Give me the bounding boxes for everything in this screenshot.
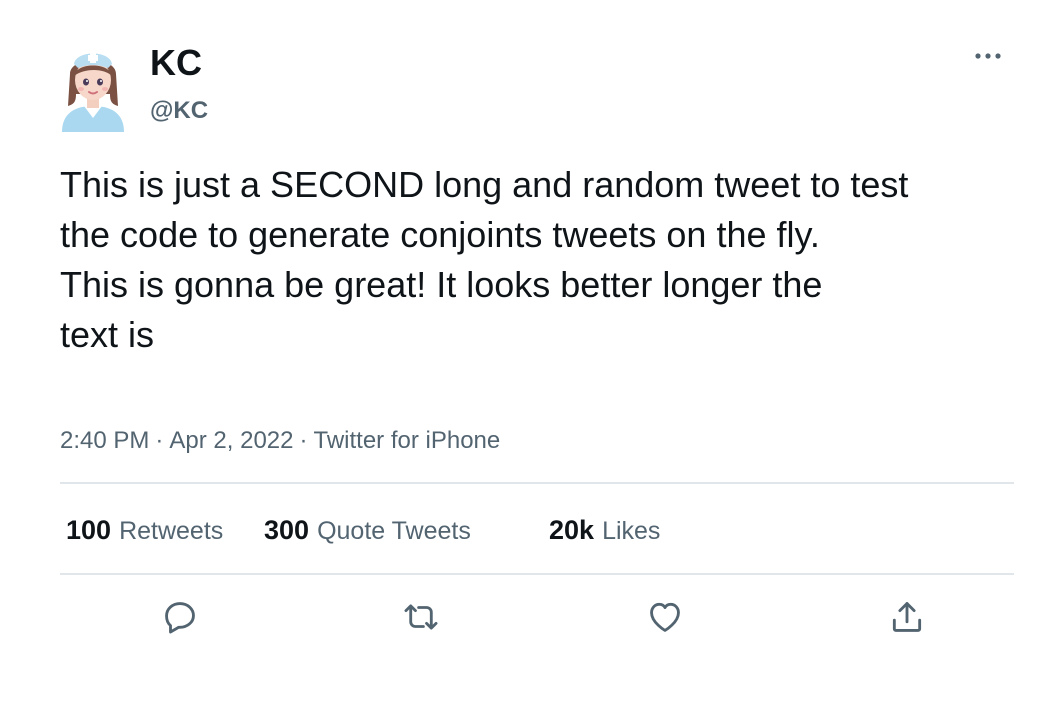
meta-separator: ·	[299, 427, 308, 454]
share-icon	[892, 602, 922, 632]
tweet-card: KC @KC This is just a SECOND long and ra…	[0, 0, 1050, 702]
avatar[interactable]	[58, 44, 128, 134]
quote-tweets-count: 300	[264, 515, 310, 545]
retweet-icon	[404, 604, 438, 630]
reply-button[interactable]	[155, 592, 205, 642]
retweets-count: 100	[66, 515, 112, 545]
retweets-label: Retweets	[119, 517, 224, 545]
author-display-name[interactable]: KC	[150, 40, 202, 86]
likes-stat[interactable]: 20k Likes	[549, 508, 660, 553]
quote-tweets-label: Quote Tweets	[317, 517, 471, 545]
nurse-avatar-icon	[62, 53, 124, 132]
tweet-source[interactable]: Twitter for iPhone	[313, 427, 500, 454]
tweet-date[interactable]: Apr 2, 2022	[169, 427, 293, 454]
share-button[interactable]	[882, 592, 932, 642]
retweets-stat[interactable]: 100 Retweets	[66, 508, 223, 553]
tweet-time[interactable]: 2:40 PM	[60, 427, 149, 454]
tweet-text: This is just a SECOND long and random tw…	[60, 164, 909, 355]
more-dots-icon	[975, 53, 1001, 59]
action-bar	[60, 592, 1014, 642]
retweet-button[interactable]	[396, 592, 446, 642]
more-options-button[interactable]	[968, 42, 1008, 70]
author-handle[interactable]: @KC	[150, 96, 208, 126]
heart-icon	[650, 602, 680, 632]
quote-tweets-stat[interactable]: 300 Quote Tweets	[264, 508, 471, 553]
tweet-stats: 100 Retweets 300 Quote Tweets 20k Likes	[60, 508, 1014, 552]
like-button[interactable]	[640, 592, 690, 642]
divider	[60, 573, 1014, 575]
reply-icon	[165, 602, 195, 634]
divider	[60, 482, 1014, 484]
tweet-meta: 2:40 PM · Apr 2, 2022 · Twitter for iPhone	[60, 424, 500, 458]
likes-count: 20k	[549, 515, 595, 545]
likes-label: Likes	[602, 517, 661, 545]
meta-separator: ·	[155, 427, 164, 454]
